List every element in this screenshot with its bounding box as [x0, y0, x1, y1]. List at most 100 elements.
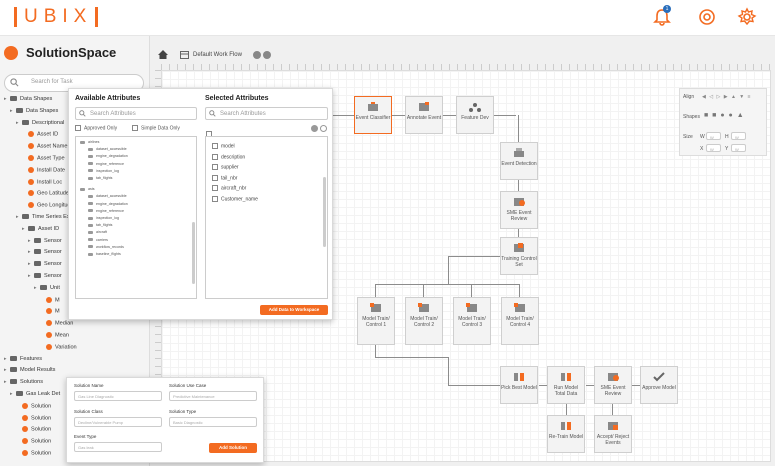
tree-item[interactable]: ▸ Sensor [28, 273, 62, 279]
selected-attribute-item[interactable]: description [212, 153, 245, 160]
align-tools[interactable]: ◀ ◁ ▷ ▶ ▲ ▼ ≡ [702, 94, 752, 100]
node-event-detection[interactable]: Event Detection [500, 142, 538, 180]
width-input[interactable]: W [706, 132, 721, 140]
available-search-input[interactable]: Search Attributes [75, 107, 197, 120]
available-attribute-item[interactable]: tab_flights [88, 176, 112, 180]
tree-item[interactable]: Geo Longitude [22, 202, 74, 209]
solution-use-case-input[interactable]: Predictive Maintenance [169, 391, 257, 401]
attribute-checkbox[interactable] [212, 174, 218, 181]
tree-item[interactable]: ▸ Features [4, 356, 42, 362]
selected-search-input[interactable]: Search Attributes [205, 107, 328, 120]
tree-item[interactable]: ▸ Sensor [28, 238, 62, 244]
available-attribute-item[interactable]: engine_reference [88, 162, 124, 166]
tree-item[interactable]: Solution [16, 426, 51, 433]
selected-attributes-list[interactable]: model description supplier tail_nbr aircraft… [205, 136, 328, 299]
gear-icon[interactable] [737, 7, 757, 27]
available-attribute-item[interactable]: tab_flights [88, 223, 112, 227]
attribute-checkbox[interactable] [212, 185, 218, 191]
tree-item[interactable]: Mean [40, 332, 69, 338]
tree-item[interactable]: ▸ Sensor [28, 249, 62, 255]
tree-item[interactable]: Median [40, 320, 73, 327]
solution-type-input[interactable]: Basic Diagnostic [169, 417, 257, 427]
tree-item[interactable]: ▸ Descriptional [16, 120, 64, 126]
tree-item[interactable]: ▸ Gas Leak Det [10, 391, 60, 397]
settings-workflow-icon[interactable] [263, 51, 271, 59]
tree-item[interactable]: ▸ Data Shapes [10, 108, 58, 114]
add-data-to-workspace-button[interactable]: Add Data to Workspace [260, 305, 328, 315]
tree-item[interactable]: ▸ Data Shapes [4, 96, 52, 102]
selected-attribute-item[interactable]: tail_nbr [212, 174, 237, 181]
tree-item[interactable]: Geo Latitude [22, 190, 69, 197]
node-retrain-model[interactable]: Re-Train Model [547, 415, 585, 453]
add-workflow-icon[interactable] [253, 51, 261, 59]
node-annotate-event[interactable]: Annotate Event [405, 96, 443, 134]
remove-icon[interactable] [320, 125, 327, 132]
tree-item[interactable]: Asset Type [22, 155, 65, 161]
available-scrollbar[interactable] [192, 222, 195, 284]
attribute-checkbox[interactable] [212, 164, 218, 170]
node-event-classifier[interactable]: Event Classifier [354, 96, 392, 134]
node-model-train-1[interactable]: Model Train/ Control 1 [357, 297, 395, 345]
available-attribute-item[interactable]: airlines [80, 140, 99, 144]
tree-item[interactable]: M [40, 296, 60, 303]
add-icon[interactable] [311, 125, 318, 132]
node-approve-model[interactable]: Approve Model [640, 366, 678, 404]
available-attribute-item[interactable]: baseline_flights [88, 252, 121, 256]
tree-item[interactable]: Install Date [22, 166, 65, 173]
tree-item[interactable]: M [40, 308, 60, 315]
tree-item[interactable]: ▸ Time Series Ex [16, 214, 70, 220]
tree-item[interactable]: Variation [40, 343, 77, 350]
available-attribute-item[interactable]: carriers [88, 238, 108, 242]
workflow-tab[interactable]: Default Work Flow [193, 52, 242, 58]
tree-item[interactable]: ▸ Model Results [4, 367, 55, 373]
available-attribute-item[interactable]: workflow_records [88, 245, 124, 249]
tree-item[interactable]: Solution [16, 414, 51, 421]
node-training-control-set[interactable]: Training Control Set [500, 237, 538, 275]
node-model-train-4[interactable]: Model Train/ Control 4 [501, 297, 539, 345]
tree-item[interactable]: Solution [16, 450, 51, 456]
node-run-model-total-data[interactable]: Run Model Total Data [547, 366, 585, 404]
selected-attribute-item[interactable]: model [212, 143, 235, 149]
available-attribute-item[interactable]: aircraft [88, 230, 107, 234]
node-feature-dev[interactable]: Feature Dev [456, 96, 494, 134]
solution-name-input[interactable]: Gas Line Diagnostic [74, 391, 162, 401]
node-model-train-3[interactable]: Model Train/ Control 3 [453, 297, 491, 345]
selected-attribute-item[interactable]: supplier [212, 164, 239, 170]
shape-tools[interactable]: ■ ■ ● ● ▲ [704, 112, 745, 119]
tree-item[interactable]: Solution [16, 438, 51, 445]
add-solution-button[interactable]: Add Solution [209, 443, 257, 453]
available-attribute-item[interactable]: engine_degradation [88, 202, 128, 206]
target-icon[interactable] [697, 7, 717, 27]
available-attribute-item[interactable]: engine_reference [88, 209, 124, 213]
x-input[interactable]: W [706, 144, 721, 152]
selected-attribute-item[interactable]: Customer_name [212, 195, 258, 202]
available-attributes-list[interactable]: airlines dataset_accessible engine_degrada… [75, 136, 197, 299]
home-icon[interactable] [157, 49, 169, 60]
event-type-input[interactable]: Gas leak [74, 442, 162, 452]
tree-item[interactable]: Asset ID [22, 131, 58, 138]
tree-item[interactable]: Asset Name [22, 143, 67, 150]
node-accept-reject-events[interactable]: Accept/ Reject Events [594, 415, 632, 453]
selected-attribute-item[interactable]: aircraft_nbr [212, 185, 246, 191]
available-attribute-item[interactable]: inspection_log [88, 169, 119, 173]
node-sme-event-review[interactable]: SME Event Review [500, 191, 538, 229]
node-sme-event-review-2[interactable]: SME Event Review [594, 366, 632, 404]
tree-item[interactable]: ▸ Solutions [4, 379, 43, 385]
solution-class-input[interactable]: Decline/Vulnerable Pump [74, 417, 162, 427]
tree-item[interactable]: ▸ Sensor [28, 261, 62, 267]
tree-item[interactable]: Install Loc [22, 178, 62, 185]
available-attribute-item[interactable]: dataset_accessible [88, 194, 127, 198]
available-attribute-item[interactable]: inspection_log [88, 216, 119, 220]
selected-scrollbar[interactable] [323, 177, 326, 247]
tree-item[interactable]: ▸ Asset ID [22, 226, 59, 232]
available-attribute-item[interactable]: engine_degradation [88, 154, 128, 158]
tree-item[interactable]: Solution [16, 402, 51, 409]
attribute-checkbox[interactable] [212, 143, 218, 149]
node-model-train-2[interactable]: Model Train/ Control 2 [405, 297, 443, 345]
height-input[interactable]: W [731, 132, 746, 140]
simple-data-only-checkbox[interactable]: Simple Data Only [132, 125, 180, 131]
available-attribute-item[interactable]: asts [80, 187, 95, 191]
node-pick-best-model[interactable]: Pick Best Model [500, 366, 538, 404]
attribute-checkbox[interactable] [212, 195, 218, 202]
approved-only-checkbox[interactable]: Approved Only [75, 125, 117, 131]
